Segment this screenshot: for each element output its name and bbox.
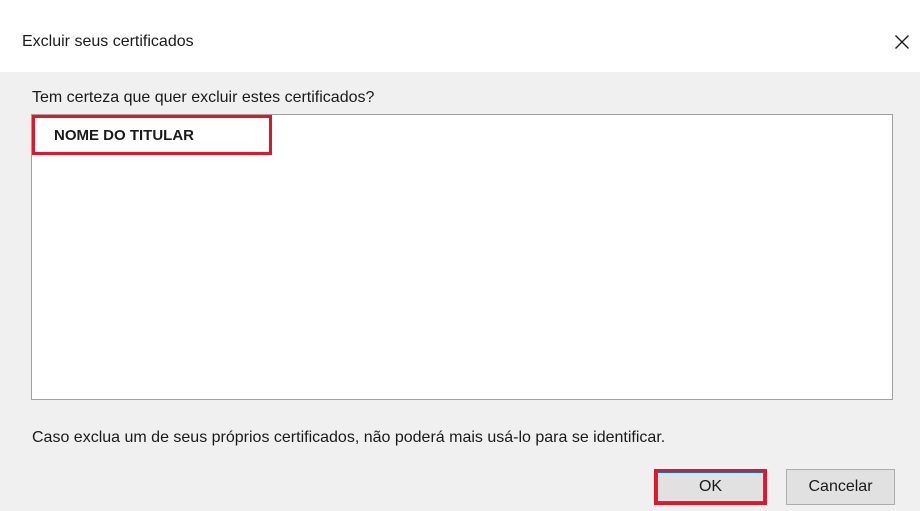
ok-button[interactable]: OK: [654, 469, 767, 505]
close-button[interactable]: [884, 24, 920, 60]
certificate-item[interactable]: NOME DO TITULAR: [32, 115, 272, 155]
close-icon: [895, 35, 909, 49]
certificate-name: NOME DO TITULAR: [54, 127, 194, 144]
dialog-body: Tem certeza que quer excluir estes certi…: [0, 72, 920, 511]
cancel-button[interactable]: Cancelar: [786, 469, 895, 505]
dialog-title: Excluir seus certificados: [22, 33, 194, 50]
delete-certificates-dialog: Excluir seus certificados Tem certeza qu…: [0, 0, 920, 511]
warning-text: Caso exclua um de seus próprios certific…: [32, 429, 666, 446]
certificate-list[interactable]: NOME DO TITULAR: [31, 114, 893, 400]
title-bar: Excluir seus certificados: [0, 0, 920, 72]
confirmation-question: Tem certeza que quer excluir estes certi…: [32, 89, 375, 106]
